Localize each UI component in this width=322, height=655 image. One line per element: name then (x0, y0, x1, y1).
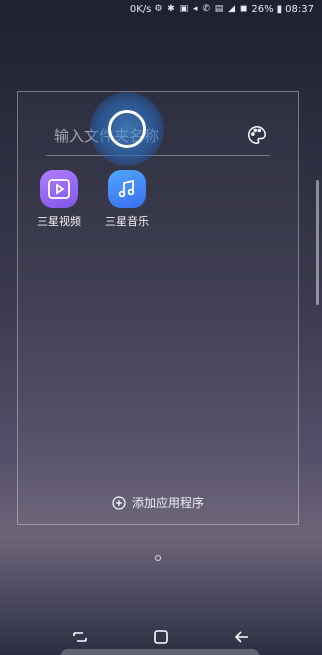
samsung-music-icon (108, 170, 146, 208)
app-label: 三星音乐 (105, 215, 149, 228)
samsung-video-icon (40, 170, 78, 208)
navigation-bar (0, 622, 322, 652)
folder-name-input[interactable] (54, 124, 234, 148)
add-apps-label: 添加应用程序 (131, 496, 204, 510)
add-apps-button[interactable]: 添加应用程序 (18, 494, 298, 511)
battery-percent: 26% (251, 3, 274, 15)
folder-name-row (46, 112, 270, 156)
recent-apps-button[interactable] (65, 625, 95, 649)
gesture-handle (60, 649, 260, 655)
status-icons: ⚙ ✱ ▣ ◂ ✆ ▤ ◢ ◼ (154, 4, 249, 14)
app-label: 三星视频 (37, 215, 81, 228)
app-samsung-music[interactable]: 三星音乐 (98, 170, 156, 229)
home-icon (154, 630, 168, 644)
app-samsung-video[interactable]: 三星视频 (30, 170, 88, 229)
status-bar: 0K/s ⚙ ✱ ▣ ◂ ✆ ▤ ◢ ◼ 26% ▮ 08:37 (0, 0, 322, 18)
plus-circle-icon (112, 495, 126, 510)
palette-icon[interactable] (244, 122, 270, 148)
back-button[interactable] (227, 625, 257, 649)
folder-popup: 三星视频 三星音乐 添加应用程序 (17, 91, 299, 525)
back-arrow-icon (234, 631, 248, 643)
clock: 08:37 (285, 3, 314, 15)
battery-icon: ▮ (276, 3, 283, 15)
page-indicator (155, 555, 161, 561)
fast-scroller[interactable] (316, 180, 319, 305)
home-button[interactable] (146, 625, 176, 649)
recent-apps-icon (73, 632, 88, 642)
folder-app-grid: 三星视频 三星音乐 (30, 170, 156, 229)
network-speed: 0K/s (129, 3, 152, 15)
